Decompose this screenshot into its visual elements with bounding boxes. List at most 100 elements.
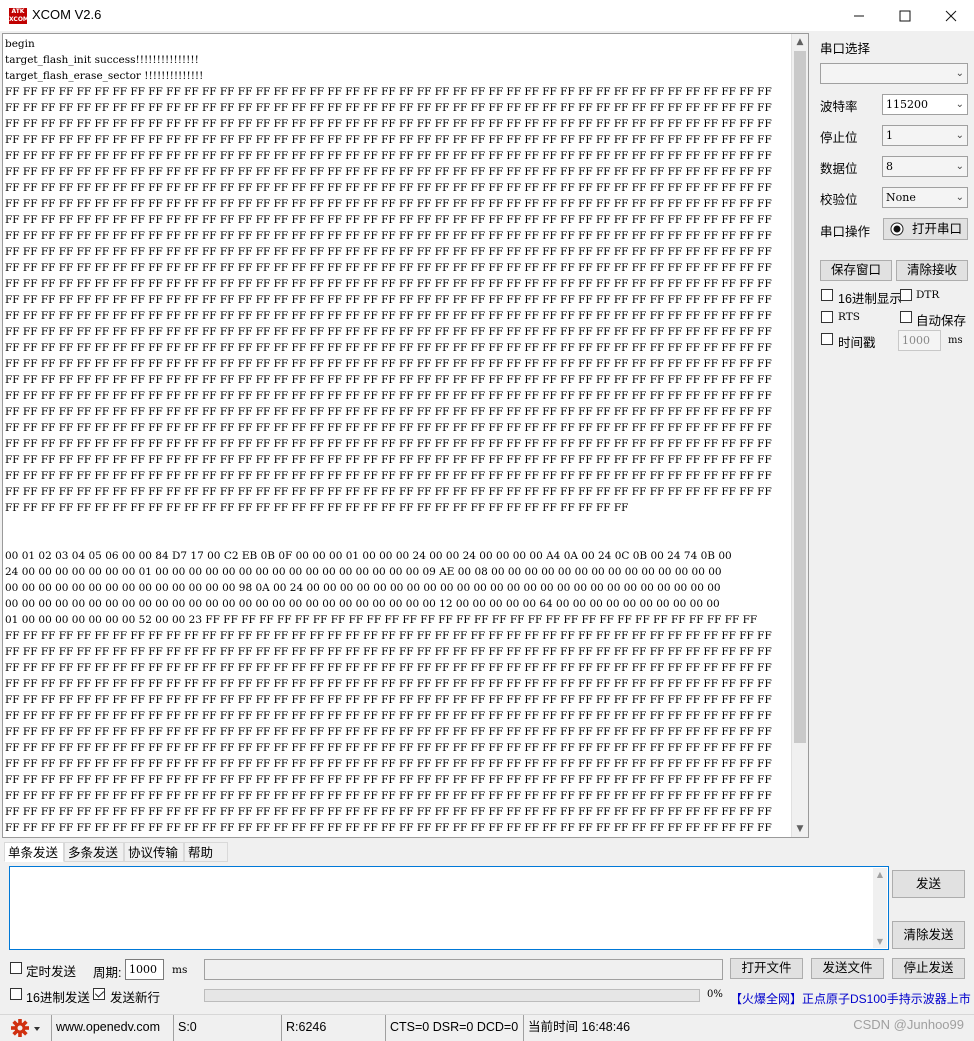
scroll-thumb[interactable] — [794, 51, 806, 743]
scroll-up-icon[interactable]: ▲ — [792, 34, 808, 50]
close-icon — [945, 10, 957, 21]
file-path-input[interactable] — [204, 959, 723, 980]
baud-label: 波特率 — [820, 100, 858, 114]
hex-send-checkbox[interactable] — [10, 988, 22, 1000]
receive-line: FF FF FF FF FF FF FF FF FF FF FF FF FF F… — [5, 374, 772, 386]
chevron-down-icon: ⌄ — [955, 161, 964, 172]
stopbit-label: 停止位 — [820, 131, 858, 145]
send-textarea[interactable]: ▲ ▼ — [9, 866, 889, 950]
title-bar: ATK XCOM XCOM V2.6 — [0, 0, 974, 31]
receive-line: 00 01 02 03 04 05 06 00 00 84 D7 17 00 C… — [5, 550, 732, 562]
dtr-checkbox[interactable] — [900, 289, 912, 301]
stop-send-button[interactable]: 停止发送 — [892, 958, 965, 979]
receive-line: FF FF FF FF FF FF FF FF FF FF FF FF FF F… — [5, 262, 772, 274]
tab-multi-send[interactable]: 多条发送 — [64, 842, 124, 862]
receive-line — [5, 532, 772, 548]
app-logo-icon: ATK XCOM — [9, 8, 29, 24]
receive-line: FF FF FF FF FF FF FF FF FF FF FF FF FF F… — [5, 678, 772, 690]
receive-line: FF FF FF FF FF FF FF FF FF FF FF FF FF F… — [5, 294, 772, 306]
period-label: 周期: — [93, 966, 122, 980]
receive-line: FF FF FF FF FF FF FF FF FF FF FF FF FF F… — [5, 806, 772, 818]
clear-receive-button[interactable]: 清除接收 — [896, 260, 968, 281]
receive-line: FF FF FF FF FF FF FF FF FF FF FF FF FF F… — [5, 710, 772, 722]
receive-line: FF FF FF FF FF FF FF FF FF FF FF FF FF F… — [5, 310, 772, 322]
timestamp-checkbox[interactable] — [821, 333, 833, 345]
progress-percent: 0% — [707, 989, 723, 1000]
stopbit-select[interactable]: 1 ⌄ — [882, 125, 968, 146]
current-time: 当前时间 16:48:46 — [528, 1020, 631, 1034]
port-select[interactable]: ⌄ — [820, 63, 968, 84]
receive-line: FF FF FF FF FF FF FF FF FF FF FF FF FF F… — [5, 406, 772, 418]
receive-line — [5, 516, 772, 532]
parity-label: 校验位 — [820, 193, 858, 207]
receive-line: FF FF FF FF FF FF FF FF FF FF FF FF FF F… — [5, 790, 772, 802]
send-scrollbar[interactable]: ▲ ▼ — [873, 868, 887, 948]
hex-display-checkbox[interactable] — [821, 289, 833, 301]
auto-save-label: 自动保存 — [916, 314, 967, 328]
receive-line: FF FF FF FF FF FF FF FF FF FF FF FF FF F… — [5, 646, 772, 658]
baud-select[interactable]: 115200 ⌄ — [882, 94, 968, 115]
receive-line: FF FF FF FF FF FF FF FF FF FF FF FF FF F… — [5, 438, 772, 450]
parity-select[interactable]: None ⌄ — [882, 187, 968, 208]
timed-send-checkbox[interactable] — [10, 962, 22, 974]
auto-save-checkbox[interactable] — [900, 311, 912, 323]
receive-line: FF FF FF FF FF FF FF FF FF FF FF FF FF F… — [5, 278, 772, 290]
receive-line: FF FF FF FF FF FF FF FF FF FF FF FF FF F… — [5, 358, 772, 370]
csdn-watermark: CSDN @Junhoo99 — [853, 1017, 964, 1032]
receive-line: FF FF FF FF FF FF FF FF FF FF FF FF FF F… — [5, 486, 772, 498]
hex-display-label: 16进制显示 — [838, 292, 902, 306]
timestamp-input[interactable]: 1000 — [898, 330, 941, 351]
databit-select[interactable]: 8 ⌄ — [882, 156, 968, 177]
chevron-down-icon: ⌄ — [955, 192, 964, 203]
rts-checkbox[interactable] — [821, 311, 833, 323]
open-port-button[interactable]: 打开串口 — [883, 218, 968, 240]
scroll-up-icon[interactable]: ▲ — [873, 870, 887, 879]
website-link[interactable]: www.openedv.com — [52, 1015, 174, 1041]
save-window-button[interactable]: 保存窗口 — [820, 260, 892, 281]
gear-icon — [11, 1019, 40, 1037]
receive-line: FF FF FF FF FF FF FF FF FF FF FF FF FF F… — [5, 198, 772, 210]
window-title: XCOM V2.6 — [32, 7, 102, 22]
settings-menu[interactable] — [0, 1015, 52, 1041]
promo-link[interactable]: 【火爆全网】正点原子DS100手持示波器上市 — [730, 990, 971, 1007]
receive-line: FF FF FF FF FF FF FF FF FF FF FF FF FF F… — [5, 246, 772, 258]
close-button[interactable] — [928, 0, 974, 31]
clear-send-button[interactable]: 清除发送 — [892, 921, 965, 949]
receive-line: FF FF FF FF FF FF FF FF FF FF FF FF FF F… — [5, 630, 772, 642]
period-input[interactable]: 1000 — [125, 959, 164, 980]
tab-help[interactable]: 帮助 — [184, 842, 228, 862]
chevron-down-icon: ⌄ — [955, 68, 964, 79]
receive-textarea[interactable]: begin target_flash_init success!!!!!!!!!!… — [2, 33, 809, 838]
period-unit: ms — [172, 964, 188, 976]
send-file-button[interactable]: 发送文件 — [811, 958, 884, 979]
receive-line: FF FF FF FF FF FF FF FF FF FF FF FF FF F… — [5, 342, 772, 354]
port-select-label: 串口选择 — [820, 42, 871, 56]
timed-send-label: 定时发送 — [26, 965, 77, 979]
send-progress-bar — [204, 989, 700, 1002]
timestamp-unit: ms — [948, 335, 963, 346]
receive-line: FF FF FF FF FF FF FF FF FF FF FF FF FF F… — [5, 836, 772, 837]
receive-line: FF FF FF FF FF FF FF FF FF FF FF FF FF F… — [5, 822, 772, 834]
timestamp-label: 时间戳 — [838, 336, 876, 350]
port-op-label: 串口操作 — [820, 225, 871, 239]
scroll-down-icon[interactable]: ▼ — [792, 821, 808, 837]
receive-line: FF FF FF FF FF FF FF FF FF FF FF FF FF F… — [5, 662, 772, 674]
open-file-button[interactable]: 打开文件 — [730, 958, 803, 979]
receive-line: FF FF FF FF FF FF FF FF FF FF FF FF FF F… — [5, 422, 772, 434]
tab-single-send[interactable]: 单条发送 — [4, 842, 64, 862]
receive-line: FF FF FF FF FF FF FF FF FF FF FF FF FF F… — [5, 118, 772, 130]
tab-protocol[interactable]: 协议传输 — [124, 842, 184, 862]
receive-line: FF FF FF FF FF FF FF FF FF FF FF FF FF F… — [5, 726, 772, 738]
receive-line: FF FF FF FF FF FF FF FF FF FF FF FF FF F… — [5, 214, 772, 226]
receive-line: FF FF FF FF FF FF FF FF FF FF FF FF FF F… — [5, 470, 772, 482]
receive-line: FF FF FF FF FF FF FF FF FF FF FF FF FF F… — [5, 454, 772, 466]
maximize-button[interactable] — [882, 0, 928, 31]
send-button[interactable]: 发送 — [892, 870, 965, 898]
settings-panel: 串口选择 ⌄ 波特率 115200 ⌄ 停止位 1 ⌄ 数据位 8 ⌄ 校验位 Non… — [812, 33, 974, 833]
scroll-down-icon[interactable]: ▼ — [873, 937, 887, 946]
receive-line: FF FF FF FF FF FF FF FF FF FF FF FF FF F… — [5, 166, 772, 178]
databit-label: 数据位 — [820, 162, 858, 176]
receive-scrollbar[interactable]: ▲ ▼ — [791, 34, 808, 837]
minimize-button[interactable] — [836, 0, 882, 31]
send-newline-checkbox[interactable] — [93, 988, 105, 1000]
